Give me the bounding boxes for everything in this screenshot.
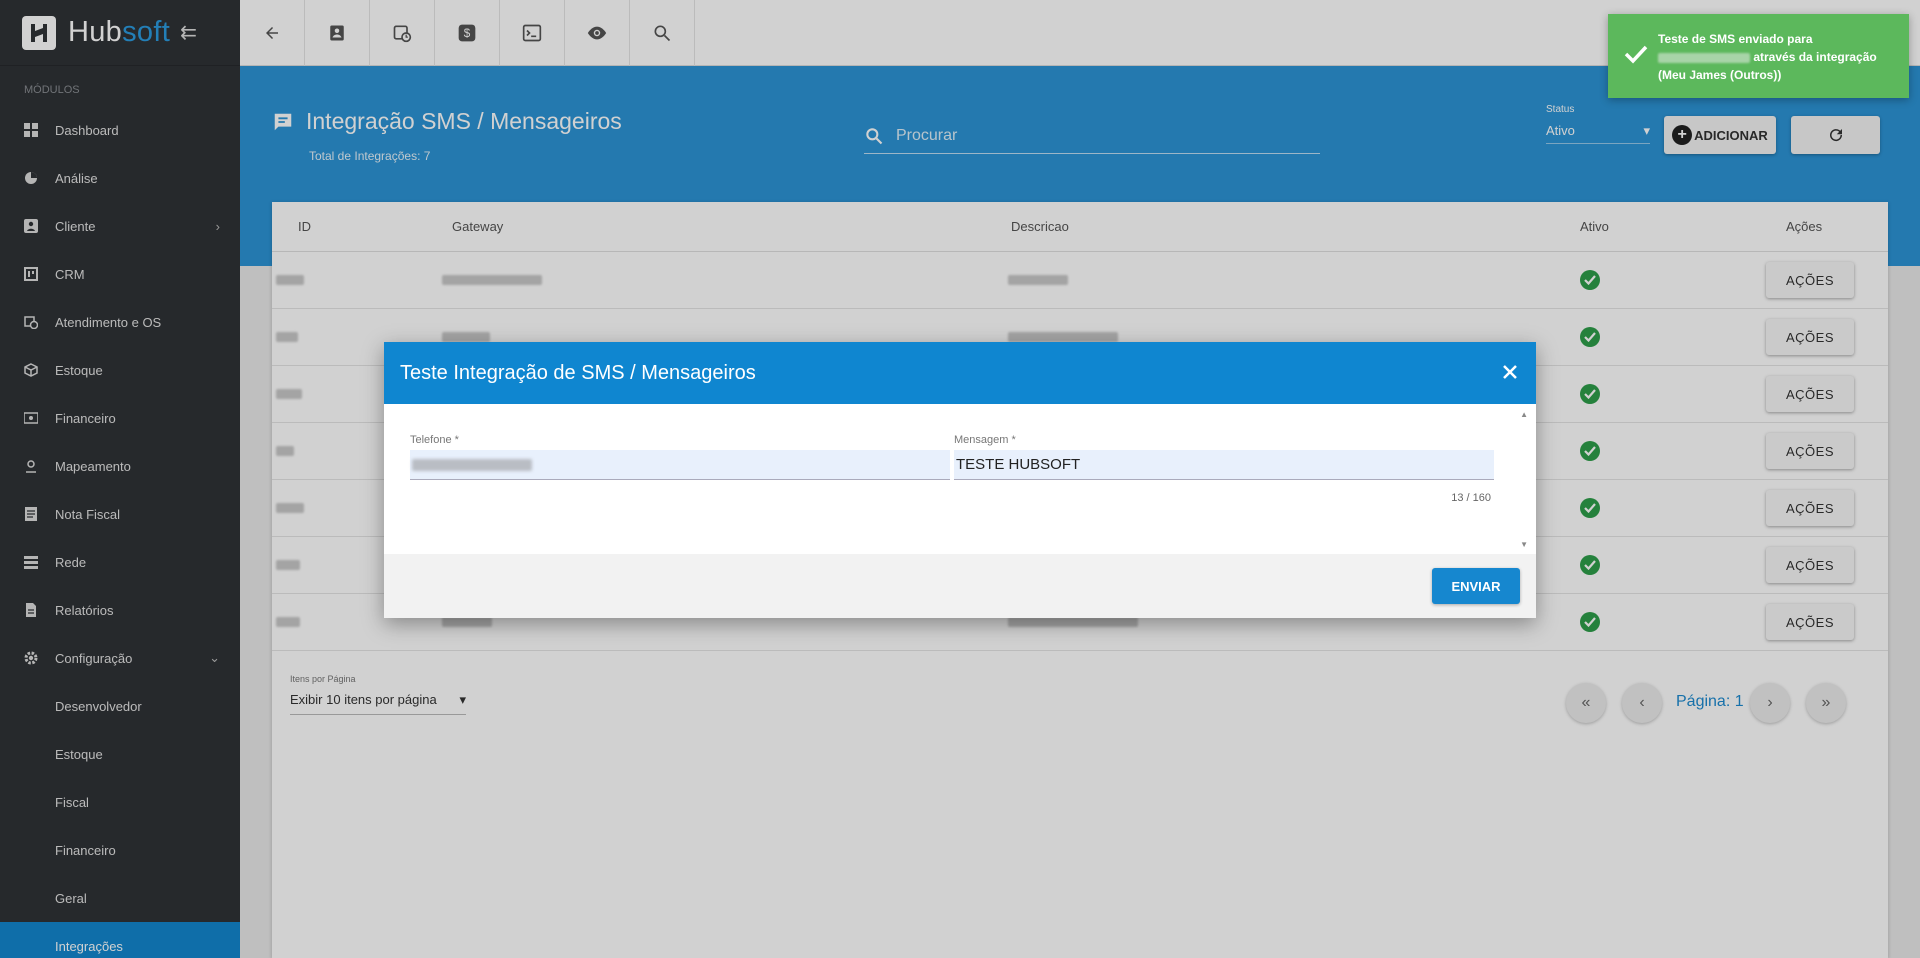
scroll-up-icon[interactable]: ▲ — [1520, 410, 1528, 419]
phone-input[interactable] — [410, 450, 950, 480]
toast-line-3: (Meu James (Outros)) — [1658, 68, 1782, 82]
close-icon — [1503, 365, 1517, 379]
dialog-header: Teste Integração de SMS / Mensageiros — [384, 342, 1536, 404]
close-button[interactable] — [1498, 360, 1522, 384]
message-label: Mensagem * — [954, 434, 1016, 446]
message-field: Mensagem * — [954, 434, 1494, 480]
sms-test-dialog: Teste Integração de SMS / Mensageiros ▲ … — [384, 342, 1536, 618]
scroll-down-icon[interactable]: ▼ — [1520, 540, 1528, 549]
check-icon — [1624, 45, 1648, 64]
success-toast[interactable]: Teste de SMS enviado para através da int… — [1608, 14, 1909, 98]
phone-label: Telefone * — [410, 434, 459, 446]
toast-message: Teste de SMS enviado para através da int… — [1658, 30, 1898, 84]
dialog-body: ▲ Telefone * Mensagem * 13 / 160 ▼ — [384, 404, 1536, 554]
dialog-title: Teste Integração de SMS / Mensageiros — [400, 361, 756, 384]
redacted-phone — [1658, 52, 1750, 63]
toast-line-2: através da integração — [1753, 50, 1877, 64]
dialog-footer: ENVIAR — [384, 554, 1536, 618]
char-counter: 13 / 160 — [1451, 492, 1491, 504]
message-input[interactable] — [954, 450, 1494, 480]
redacted-phone — [412, 458, 532, 471]
phone-field: Telefone * — [410, 434, 950, 480]
send-button[interactable]: ENVIAR — [1432, 568, 1520, 604]
toast-line-1: Teste de SMS enviado para — [1658, 32, 1813, 46]
